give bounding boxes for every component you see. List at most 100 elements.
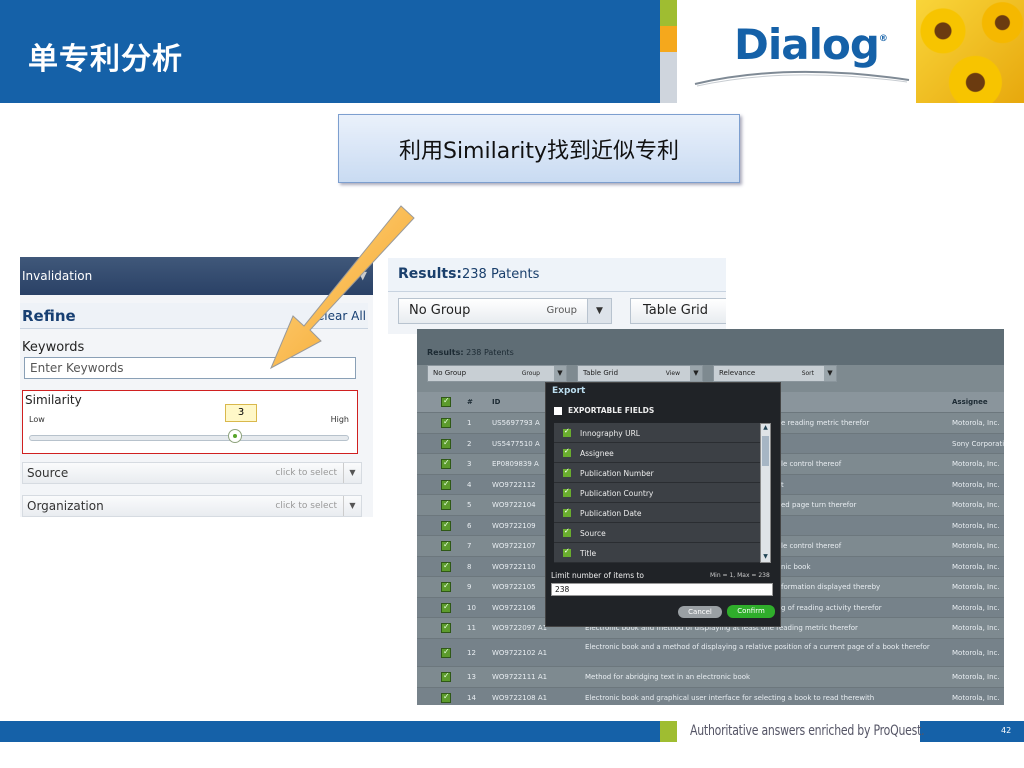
similarity-label: Similarity (25, 393, 82, 407)
row-checkbox[interactable] (441, 561, 451, 572)
chevron-down-icon[interactable]: ▼ (554, 366, 566, 381)
slider-value-tooltip: 3 (225, 404, 257, 422)
select-all-fields-checkbox[interactable] (554, 407, 562, 415)
scroll-down-icon[interactable]: ▼ (761, 553, 770, 562)
field-checkbox[interactable] (563, 467, 571, 477)
row-checkbox[interactable] (441, 647, 451, 658)
export-field-item[interactable]: Title (554, 543, 760, 563)
row-number: 14 (467, 693, 476, 702)
row-id[interactable]: WO9722108 A1 (492, 694, 547, 702)
export-field-item[interactable]: Publication Country (554, 483, 760, 503)
column-header-id: ID (492, 398, 501, 406)
dialog-logo: Dialog® (734, 20, 888, 69)
row-id[interactable]: WO9722106 (492, 604, 536, 612)
table-row[interactable]: 13 WO9722111 A1 Method for abridging text … (417, 667, 1004, 688)
row-id[interactable]: US5477510 A (492, 440, 540, 448)
row-checkbox[interactable] (441, 520, 451, 531)
row-checkbox[interactable] (441, 602, 451, 613)
row-checkbox[interactable] (441, 499, 451, 510)
sort-select[interactable]: Relevance Sort ▼ (713, 365, 837, 382)
field-checkbox[interactable] (563, 547, 571, 557)
click-to-select-hint: click to select (275, 468, 337, 478)
results-bar: Results: 238 Patents (388, 258, 726, 292)
row-checkbox[interactable] (441, 458, 451, 469)
scrollbar-thumb[interactable] (762, 436, 769, 466)
row-id[interactable]: WO9722112 (492, 481, 536, 489)
row-checkbox[interactable] (441, 438, 451, 449)
field-checkbox[interactable] (563, 507, 571, 517)
source-filter[interactable]: Source click to select ▼ (22, 462, 362, 484)
row-assignee: Motorola, Inc. (952, 673, 1000, 681)
row-checkbox[interactable] (441, 417, 451, 428)
chevron-down-icon[interactable]: ▼ (824, 366, 836, 381)
confirm-button[interactable]: Confirm (727, 605, 775, 618)
row-id[interactable]: WO9722110 (492, 563, 536, 571)
field-label: Assignee (580, 449, 614, 458)
view-select[interactable]: Table Grid View ▼ (577, 365, 703, 382)
row-id[interactable]: US5697793 A (492, 419, 540, 427)
group-select[interactable]: No Group Group ▼ (427, 365, 567, 382)
export-field-item[interactable]: Innography URL (554, 423, 760, 443)
row-title: Electronic book and a method of displayi… (585, 643, 930, 651)
export-field-item[interactable]: Assignee (554, 443, 760, 463)
select-all-checkbox[interactable] (441, 396, 451, 407)
field-checkbox[interactable] (563, 527, 571, 537)
row-number: 5 (467, 501, 472, 509)
row-id[interactable]: WO9722097 A1 (492, 624, 547, 632)
similarity-slider-handle[interactable] (228, 429, 242, 443)
group-label: Group (521, 370, 540, 377)
chevron-down-icon[interactable]: ▼ (343, 496, 361, 516)
row-assignee: Motorola, Inc. (952, 624, 1000, 632)
row-checkbox[interactable] (441, 479, 451, 490)
table-row[interactable]: 14 WO9722108 A1 Electronic book and graphi… (417, 687, 1004, 705)
exportable-fields-header[interactable]: EXPORTABLE FIELDS (554, 406, 654, 415)
chevron-down-icon[interactable]: ▼ (343, 463, 361, 483)
row-number: 3 (467, 460, 472, 468)
export-list-scrollbar[interactable]: ▲ ▼ (760, 423, 771, 563)
row-assignee: Motorola, Inc. (952, 521, 1000, 530)
similarity-high-label: High (330, 415, 349, 424)
row-checkbox[interactable] (441, 692, 451, 703)
export-field-item[interactable]: Publication Date (554, 503, 760, 523)
chevron-down-icon[interactable]: ▼ (587, 299, 611, 323)
row-assignee: Motorola, Inc. (952, 693, 1000, 702)
row-number: 10 (467, 603, 476, 612)
row-assignee: Motorola, Inc. (952, 542, 1000, 550)
row-assignee: Motorola, Inc. (952, 562, 1000, 571)
row-checkbox[interactable] (441, 622, 451, 633)
table-row[interactable]: 12 WO9722102 A1 Electronic book and a meth… (417, 639, 1004, 667)
export-field-item[interactable]: Source (554, 523, 760, 543)
field-checkbox[interactable] (563, 427, 571, 437)
chevron-down-icon[interactable]: ▼ (690, 366, 702, 381)
row-id[interactable]: WO9722104 (492, 501, 536, 509)
view-select[interactable]: Table Grid (630, 298, 726, 324)
export-field-item[interactable]: Publication Number (554, 463, 760, 483)
row-id[interactable]: EP0809839 A (492, 460, 539, 468)
page-number: 42 (1001, 726, 1012, 735)
field-label: Source (580, 529, 606, 538)
organization-filter[interactable]: Organization click to select ▼ (22, 495, 362, 517)
cancel-button[interactable]: Cancel (678, 606, 722, 618)
row-id[interactable]: WO9722102 A1 (492, 649, 547, 657)
row-id[interactable]: WO9722109 (492, 522, 536, 530)
limit-input[interactable]: 238 (551, 583, 773, 596)
row-id[interactable]: WO9722107 (492, 542, 536, 550)
row-checkbox[interactable] (441, 671, 451, 682)
scroll-up-icon[interactable]: ▲ (761, 424, 770, 433)
row-checkbox[interactable] (441, 540, 451, 551)
row-number: 6 (467, 521, 472, 530)
row-assignee: Motorola, Inc. (952, 460, 1000, 468)
similarity-slider-track[interactable] (29, 435, 349, 441)
group-label: Group (546, 305, 577, 316)
row-title: formation displayed thereby (781, 583, 881, 591)
row-id[interactable]: WO9722111 A1 (492, 673, 547, 681)
field-checkbox[interactable] (563, 487, 571, 497)
field-checkbox[interactable] (563, 447, 571, 457)
row-checkbox[interactable] (441, 581, 451, 592)
row-number: 2 (467, 439, 472, 448)
sort-label: Sort (801, 370, 814, 377)
group-select[interactable]: No Group Group ▼ (398, 298, 612, 324)
row-id[interactable]: WO9722105 (492, 583, 536, 591)
accent-strip-orange (660, 26, 677, 52)
row-title: t (781, 480, 784, 489)
